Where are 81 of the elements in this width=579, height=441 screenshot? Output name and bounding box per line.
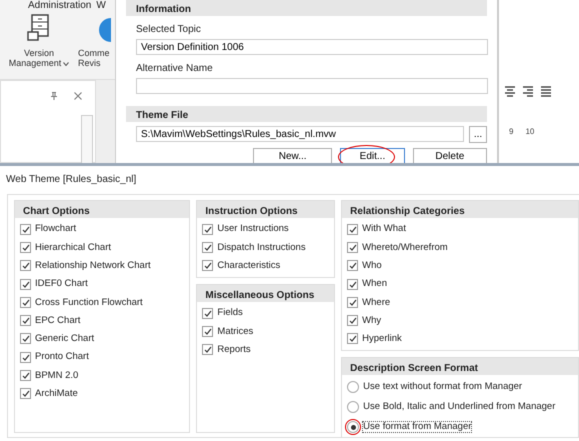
checkbox-label[interactable]: Pronto Chart <box>35 352 89 362</box>
checkbox[interactable] <box>202 260 214 272</box>
checkbox-label[interactable]: Relationship Network Chart <box>35 260 151 270</box>
checkbox[interactable] <box>202 308 214 319</box>
checkbox[interactable] <box>20 370 31 382</box>
radio-button[interactable] <box>347 421 360 434</box>
checkbox[interactable] <box>347 242 358 253</box>
scrollbar[interactable] <box>81 115 93 163</box>
checkbox-label[interactable]: Whereto/Wherefrom <box>362 242 448 252</box>
checkbox-label[interactable]: User Instructions <box>217 224 289 234</box>
checkbox[interactable] <box>20 333 31 344</box>
ribbon-tab[interactable]: Administration <box>28 0 92 12</box>
ruler-number: 9 <box>509 126 514 138</box>
dialog-button[interactable]: New... <box>253 148 332 163</box>
group-header: Miscellaneous Options <box>197 284 334 302</box>
radio-button[interactable] <box>347 381 360 394</box>
checkbox-label[interactable]: EPC Chart <box>35 316 80 326</box>
group-header: Relationship Categories <box>342 201 578 218</box>
checkbox[interactable] <box>20 388 31 400</box>
checkbox[interactable] <box>20 224 31 235</box>
checkbox[interactable] <box>20 242 31 253</box>
radio-label[interactable]: Use Bold, Italic and Underlined from Manager <box>363 402 556 412</box>
group-header: Description Screen Format <box>342 358 578 376</box>
checkbox[interactable] <box>20 260 31 272</box>
checkbox-label[interactable]: Hierarchical Chart <box>35 242 112 252</box>
checkbox-label[interactable]: Matrices <box>217 326 254 336</box>
checkbox-label[interactable]: ArchiMate <box>35 389 78 399</box>
section-header: Theme File <box>126 106 487 122</box>
checkbox[interactable] <box>347 296 358 308</box>
name-field[interactable] <box>136 78 488 94</box>
checkbox-label[interactable]: Reports <box>217 344 251 354</box>
checkbox[interactable] <box>347 278 358 290</box>
close-icon[interactable] <box>74 92 82 100</box>
field-label: Selected Topic <box>135 23 202 37</box>
radio-label[interactable]: Use text without format from Manager <box>363 382 522 392</box>
checkbox[interactable] <box>20 296 31 308</box>
group-header: Instruction Options <box>197 201 334 218</box>
checkbox-label[interactable]: When <box>362 279 387 289</box>
pin-icon[interactable] <box>51 92 57 100</box>
dialog-button[interactable]: Edit... <box>340 148 405 163</box>
checkbox-label[interactable]: Dispatch Instructions <box>217 242 306 252</box>
checkbox[interactable] <box>20 315 31 326</box>
cabinet-icon <box>26 14 52 42</box>
checkbox-label[interactable]: With What <box>362 224 406 234</box>
browse-button[interactable]: ... <box>469 126 487 143</box>
checkbox-label[interactable]: IDEF0 Chart <box>35 279 88 289</box>
checkbox-label[interactable]: Where <box>362 298 390 308</box>
checkbox-label[interactable]: Cross Function Flowchart <box>35 298 143 308</box>
window-title: Web Theme [Rules_basic_nl] <box>5 173 138 187</box>
path-field[interactable]: S:\Mavim\WebSettings\Rules_basic_nl.mvw <box>136 126 464 142</box>
checkbox-label[interactable]: BPMN 2.0 <box>35 370 78 380</box>
checkbox[interactable] <box>20 352 31 363</box>
checkbox-label[interactable]: Who <box>362 260 382 270</box>
highlight-ellipse <box>345 419 362 436</box>
group-header: Chart Options <box>15 201 190 218</box>
dialog-button[interactable]: Delete <box>412 148 487 163</box>
checkbox-label[interactable]: Why <box>362 316 382 326</box>
checkbox-label[interactable]: Generic Chart <box>35 334 94 344</box>
radio-button[interactable] <box>347 401 360 414</box>
ribbon-button[interactable]: Comme Revis <box>78 14 111 79</box>
checkbox[interactable] <box>347 224 358 235</box>
caret-icon[interactable] <box>63 62 70 66</box>
checkbox[interactable] <box>347 333 358 344</box>
checkbox[interactable] <box>202 344 214 356</box>
ribbon-button[interactable]: Version Management <box>8 14 70 79</box>
checkbox-label[interactable]: Flowchart <box>35 224 76 234</box>
checkbox-label[interactable]: Fields <box>217 308 243 318</box>
ruler-number: 10 <box>525 126 534 138</box>
checkbox-label[interactable]: Hyperlink <box>362 334 402 344</box>
checkbox[interactable] <box>347 260 358 272</box>
section-header: Information <box>126 0 487 16</box>
checkbox[interactable] <box>20 278 31 290</box>
topic-field[interactable]: Version Definition 1006 <box>136 39 488 55</box>
checkbox[interactable] <box>202 224 214 235</box>
radio-label[interactable]: Use format from Manager <box>363 422 472 432</box>
field-label: Alternative Name <box>135 62 214 76</box>
checkbox[interactable] <box>347 315 358 326</box>
ribbon-tab[interactable]: W <box>96 0 106 12</box>
checkbox[interactable] <box>202 242 214 253</box>
checkbox[interactable] <box>202 326 214 337</box>
checkbox-label[interactable]: Characteristics <box>217 260 280 270</box>
